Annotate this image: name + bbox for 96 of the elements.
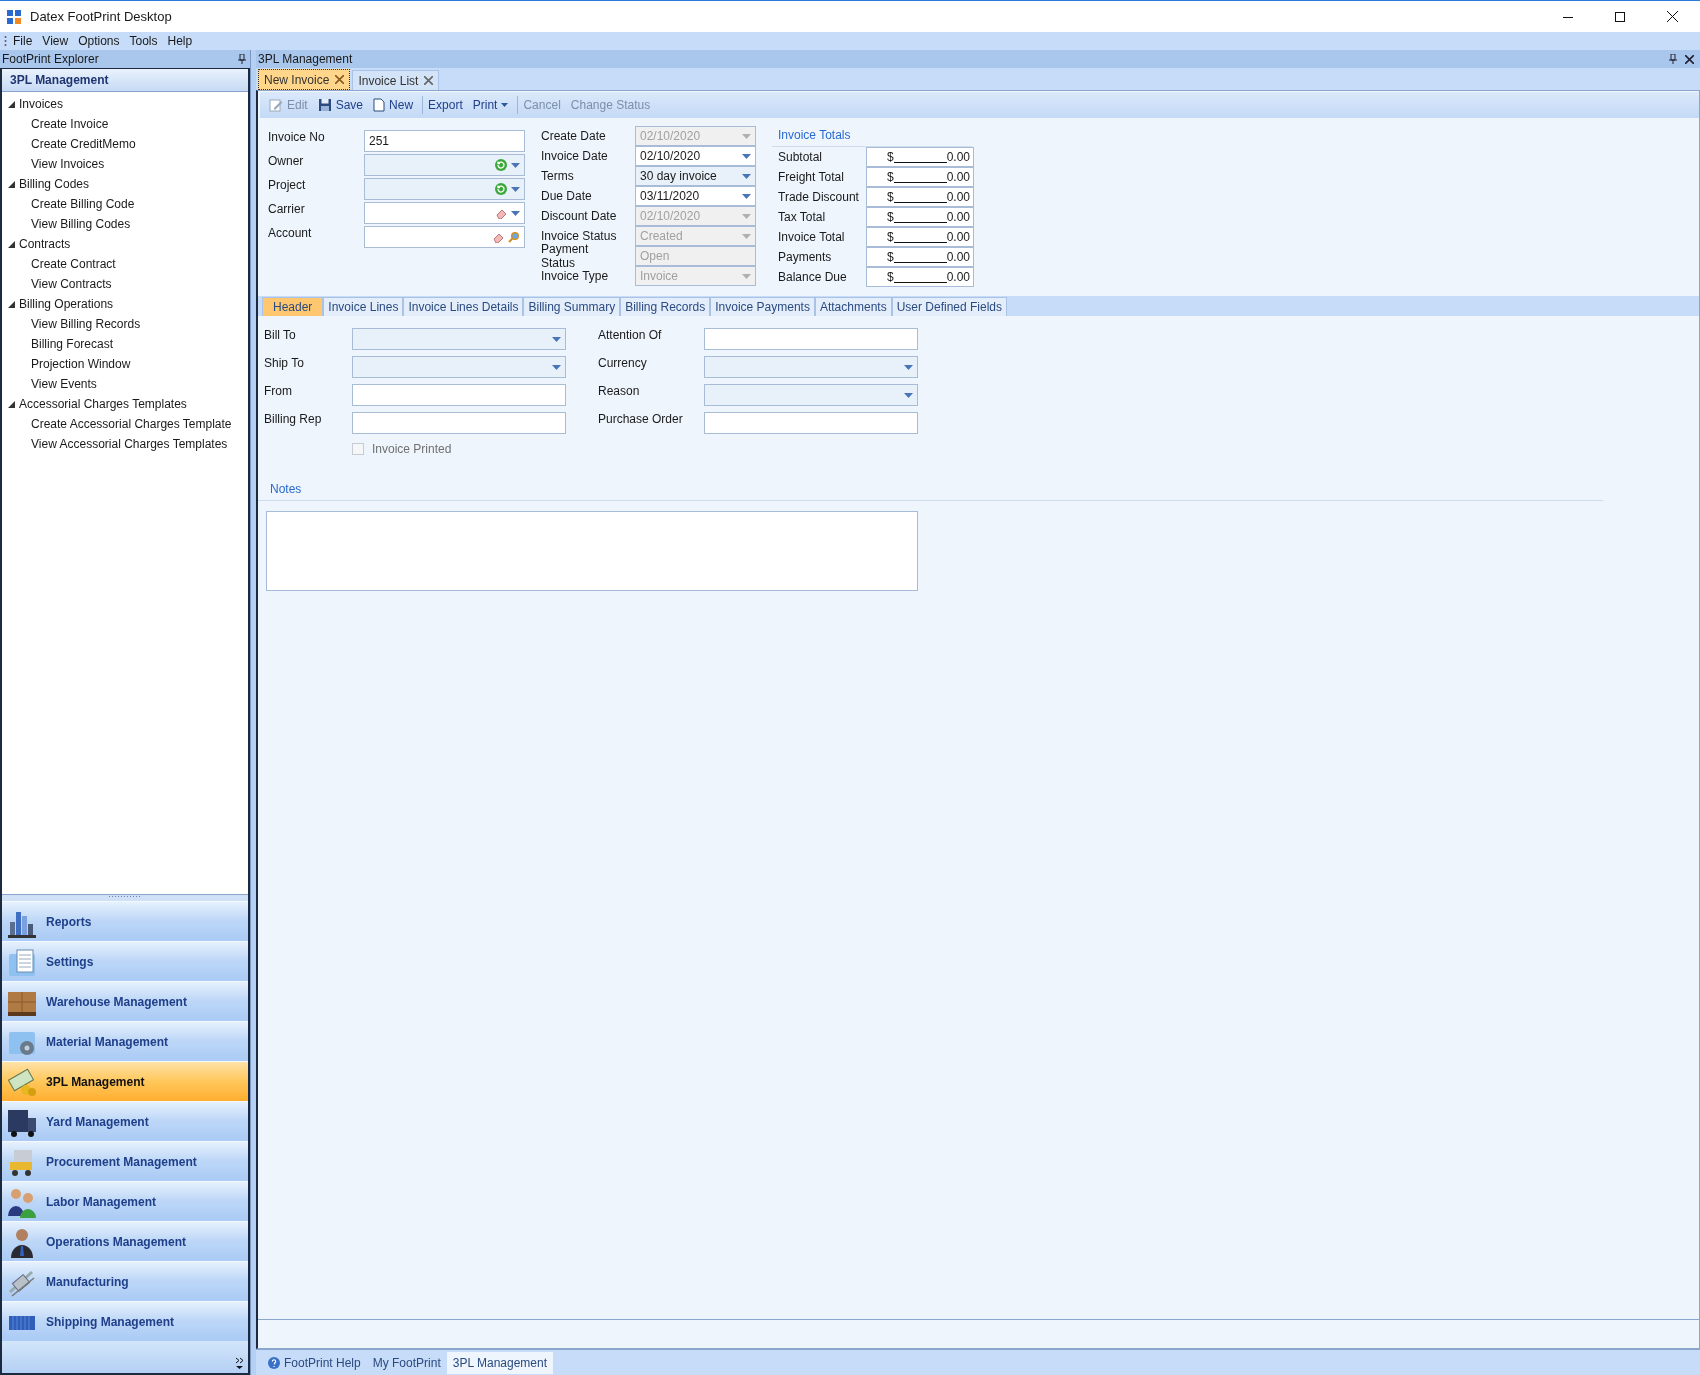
field-label: Payments: [778, 250, 833, 264]
field-label: Billing Rep: [264, 412, 323, 428]
tab[interactable]: User Defined Fields: [891, 297, 1007, 316]
amount-field[interactable]: $ 0.00: [866, 207, 974, 227]
field-label: Discount Date: [541, 208, 618, 225]
text-field[interactable]: 251: [364, 130, 525, 152]
field-label: Purchase Order: [598, 412, 684, 428]
field-label: Account: [268, 226, 313, 242]
bottom-tab[interactable]: My FootPrint: [366, 1351, 447, 1374]
tree-item[interactable]: Projection Window: [2, 354, 248, 374]
field-label: Create Date: [541, 128, 607, 145]
document-tab[interactable]: New Invoice: [258, 69, 351, 90]
toolbar-button[interactable]: New: [370, 98, 417, 112]
tree-item[interactable]: Billing Forecast: [2, 334, 248, 354]
amount-field[interactable]: $ 0.00: [866, 267, 974, 287]
tree-item[interactable]: Create Accessorial Charges Template: [2, 414, 248, 434]
document-tab[interactable]: Invoice List: [352, 70, 440, 90]
tree-item[interactable]: View Billing Codes: [2, 214, 248, 234]
tab[interactable]: Invoice Lines: [323, 297, 404, 316]
section-header: 3PL Management: [2, 69, 248, 92]
tab[interactable]: Header: [262, 297, 324, 316]
toolbar-button[interactable]: Export: [425, 98, 466, 112]
checkbox-label: Invoice Printed: [372, 442, 452, 456]
panel-title: 3PL Management: [258, 52, 354, 66]
tab[interactable]: Billing Records: [620, 297, 711, 316]
amount-field[interactable]: $ 0.00: [866, 167, 974, 187]
module-button[interactable]: Manufacturing: [2, 1261, 248, 1301]
amount-field[interactable]: $ 0.00: [866, 187, 974, 207]
field-label: Ship To: [264, 356, 305, 372]
field-label: Balance Due: [778, 270, 848, 284]
group-title: Notes: [258, 456, 1603, 501]
toolbar-button[interactable]: Print: [469, 98, 512, 112]
menu-item[interactable]: Options: [74, 34, 124, 48]
field-label: Trade Discount: [778, 190, 860, 204]
window-title: Datex FootPrint Desktop: [30, 9, 173, 24]
field-label: Currency: [598, 356, 648, 372]
bottom-tab[interactable]: FootPrint Help: [262, 1351, 367, 1374]
tree-item[interactable]: View Invoices: [2, 154, 248, 174]
field-label: Attention Of: [598, 328, 663, 344]
field-label: Invoice Type: [541, 268, 610, 285]
module-button[interactable]: Reports: [2, 901, 248, 941]
field-label: Reason: [598, 384, 641, 400]
field-label: Payment Status: [541, 246, 590, 266]
field-label: Tax Total: [778, 210, 827, 224]
tree-item[interactable]: View Contracts: [2, 274, 248, 294]
module-button[interactable]: Operations Management: [2, 1221, 248, 1261]
tab[interactable]: Billing Summary: [523, 297, 621, 316]
tree-item[interactable]: View Accessorial Charges Templates: [2, 434, 248, 454]
amount-field[interactable]: $ 0.00: [866, 247, 974, 267]
field-label: Subtotal: [778, 150, 824, 164]
field-label: Bill To: [264, 328, 297, 344]
amount-field[interactable]: $ 0.00: [866, 147, 974, 167]
tree-item[interactable]: Accessorial Charges Templates: [2, 394, 248, 414]
tab[interactable]: Attachments: [814, 297, 892, 316]
field-label: Terms: [541, 168, 575, 185]
field-label: Owner: [268, 154, 305, 170]
field-label: Freight Total: [778, 170, 845, 184]
tree-item[interactable]: Create Invoice: [2, 114, 248, 134]
tree-item[interactable]: Billing Operations: [2, 294, 248, 314]
field-label: Invoice Total: [778, 230, 846, 244]
field-label: Invoice No: [268, 130, 326, 146]
date-field[interactable]: 03/11/2020: [635, 186, 756, 206]
tree-item[interactable]: View Billing Records: [2, 314, 248, 334]
toolbar-button[interactable]: Save: [314, 98, 367, 112]
tab[interactable]: Invoice Lines Details: [403, 297, 524, 316]
tree-item[interactable]: Invoices: [2, 94, 248, 114]
panel-title: FootPrint Explorer: [2, 52, 99, 66]
module-button[interactable]: Material Management: [2, 1021, 248, 1061]
module-button[interactable]: Shipping Management: [2, 1301, 248, 1341]
bottom-tab[interactable]: 3PL Management: [446, 1351, 553, 1374]
menu-item[interactable]: Tools: [125, 34, 162, 48]
module-button[interactable]: 3PL Management: [2, 1061, 248, 1101]
field-label: From: [264, 384, 293, 400]
field-label: Carrier: [268, 202, 306, 218]
tree-item[interactable]: View Events: [2, 374, 248, 394]
tree-item[interactable]: Contracts: [2, 234, 248, 254]
tree-item[interactable]: Create Billing Code: [2, 194, 248, 214]
menu-item[interactable]: File: [9, 34, 37, 48]
tree-item[interactable]: Create Contract: [2, 254, 248, 274]
tree-item[interactable]: Create CreditMemo: [2, 134, 248, 154]
module-button[interactable]: Settings: [2, 941, 248, 981]
field-label: Due Date: [541, 188, 593, 205]
menu-item[interactable]: View: [38, 34, 73, 48]
amount-field[interactable]: $ 0.00: [866, 227, 974, 247]
module-button[interactable]: Yard Management: [2, 1101, 248, 1141]
field-label: Invoice Status: [541, 228, 618, 244]
dropdown-field[interactable]: 30 day invoice: [635, 166, 756, 186]
tab[interactable]: Invoice Payments: [710, 297, 815, 316]
field-label: Project: [268, 178, 307, 194]
module-button[interactable]: Labor Management: [2, 1181, 248, 1221]
module-button[interactable]: Warehouse Management: [2, 981, 248, 1021]
date-field[interactable]: 02/10/2020: [635, 146, 756, 166]
field-label: Invoice Date: [541, 148, 609, 165]
tree-item[interactable]: Billing Codes: [2, 174, 248, 194]
menu-item[interactable]: Help: [163, 34, 197, 48]
module-button[interactable]: Procurement Management: [2, 1141, 248, 1181]
